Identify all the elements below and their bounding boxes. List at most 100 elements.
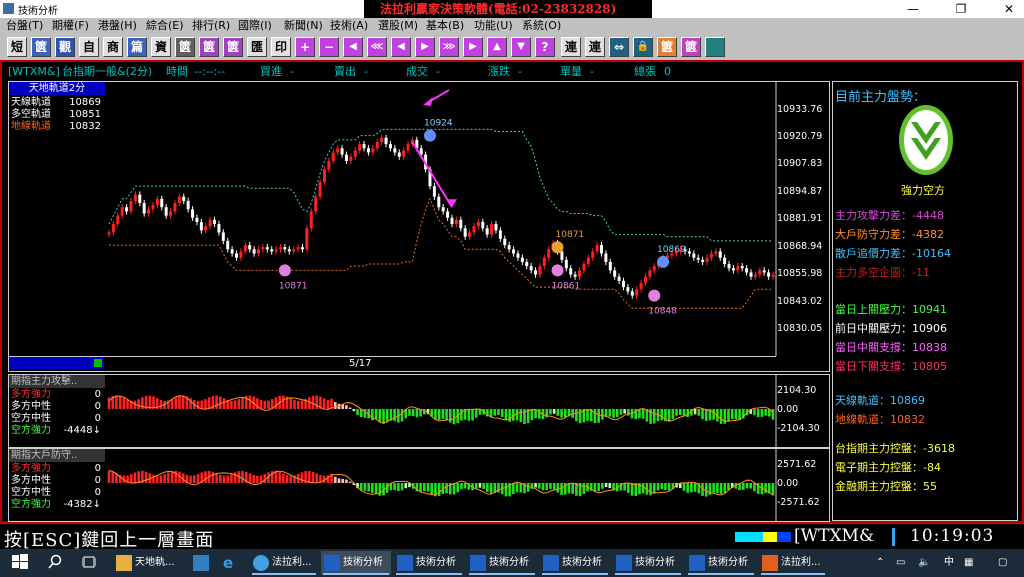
defense-indicator-panel[interactable]: 期指大戶防守.. 多方強力 0 多方中性 0 空方中性 0 空方強力 -4382↓ 25… — [8, 448, 830, 522]
zoom-in-button[interactable]: + — [295, 37, 315, 57]
menu-item-hk[interactable]: 港盤(H) — [98, 18, 137, 34]
toolbar-button-30[interactable] — [705, 37, 725, 57]
attack-indicator-canvas[interactable] — [9, 375, 829, 447]
maximize-button[interactable]: ❐ — [946, 1, 976, 17]
toolbar-button-29[interactable]: 篋 — [681, 37, 701, 57]
candle-body — [749, 272, 753, 277]
indicator-bar — [608, 409, 612, 417]
taskbar-item[interactable]: 技術分析 — [613, 551, 683, 575]
toolbar-button-2[interactable]: 篋 — [31, 37, 51, 57]
menu-item-functions[interactable]: 功能(U) — [474, 18, 513, 34]
self-select-button[interactable]: 自 — [79, 37, 99, 57]
taskbar-item[interactable]: 技術分析 — [686, 551, 756, 575]
taskbar-item[interactable]: 技術分析 — [394, 551, 464, 575]
menu-item-stock-picking[interactable]: 選股(M) — [378, 18, 418, 34]
ime-indicator[interactable]: 中 — [944, 554, 954, 572]
defense-indicator-canvas[interactable] — [9, 449, 829, 521]
candle-body — [340, 148, 344, 155]
attack-indicator-panel[interactable]: 期指主力攻擊.. 多方強力 0 多方中性 0 空方中性 0 空方強力 -4448↓ 21… — [8, 374, 830, 448]
signal-marker[interactable]: 10848 — [648, 289, 677, 317]
toolbar-button-9[interactable]: 篋 — [199, 37, 219, 57]
lock-button[interactable]: 🔒 — [633, 37, 653, 57]
price-chart-canvas[interactable]: 10924 10871 10871 10861 10869 10848 — [9, 82, 829, 371]
indicator-bar — [378, 409, 382, 423]
scroll-left-button[interactable]: ◀ — [343, 37, 363, 57]
taskbar-item[interactable]: 技術分析 — [540, 551, 610, 575]
signal-marker[interactable]: 10924 — [424, 119, 453, 142]
taskbar-item[interactable]: 法拉利... — [759, 551, 827, 575]
commodity-button[interactable]: 商 — [103, 37, 123, 57]
start-icon[interactable] — [12, 554, 28, 572]
keyboard-icon[interactable]: ▦ — [964, 554, 973, 572]
candle-body — [164, 207, 168, 216]
help-button[interactable]: ? — [535, 37, 555, 57]
candle-body — [692, 253, 696, 258]
scroll-thumb[interactable] — [94, 359, 102, 367]
link-button-2[interactable]: 連 — [585, 37, 605, 57]
price-chart[interactable]: 10924 10871 10871 10861 10869 10848 天地軌道2分 天線… — [8, 81, 830, 372]
menu-item-technical[interactable]: 技術(A) — [330, 18, 368, 34]
assets-button[interactable]: 資 — [151, 37, 171, 57]
link-button-1[interactable]: 連 — [561, 37, 581, 57]
tray-arrow-icon[interactable]: ⌃ — [876, 554, 884, 572]
scroll-down-button[interactable]: ▼ — [511, 37, 531, 57]
toolbar-button-10[interactable]: 篋 — [223, 37, 243, 57]
menu-item-ranking[interactable]: 排行(R) — [192, 18, 230, 34]
task-view-icon[interactable] — [81, 554, 97, 572]
indicator-bar — [437, 409, 441, 420]
trend-side-panel: 目前主力盤勢： 強力空方 主力攻擊力差：-4448 大戶防守力差：-4382 散… — [832, 81, 1018, 521]
taskbar-item[interactable]: 技術分析 — [467, 551, 537, 575]
marker-label: 10861 — [552, 281, 581, 291]
network-icon[interactable]: ▭ — [896, 554, 905, 572]
notification-icon[interactable]: ▢ — [998, 554, 1007, 572]
taskbar-item[interactable] — [188, 551, 214, 575]
close-button[interactable]: ✕ — [994, 1, 1024, 17]
scroll-track[interactable] — [9, 357, 104, 369]
step-left-button[interactable]: ◀ — [391, 37, 411, 57]
indicator-bar — [218, 474, 222, 483]
menu-item-system[interactable]: 系統(O) — [522, 18, 561, 34]
print-button[interactable]: 印 — [271, 37, 291, 57]
taskbar-item-active[interactable]: 技術分析 — [321, 551, 391, 575]
candle-body — [120, 207, 124, 216]
zoom-out-button[interactable]: − — [319, 37, 339, 57]
candle-body — [476, 221, 480, 227]
toolbar-button-28[interactable]: 篋 — [657, 37, 677, 57]
taskbar-item[interactable]: 天地軌... — [113, 551, 185, 575]
menu-item-fundamental[interactable]: 基本(B) — [426, 18, 464, 34]
short-button[interactable]: 短 — [7, 37, 27, 57]
menu-item-taipan[interactable]: 台盤(T) — [6, 18, 43, 34]
indicator-bar — [241, 397, 244, 409]
candle-body — [362, 144, 366, 149]
indicator-bar — [652, 483, 656, 494]
switch-button[interactable]: ⇔ — [609, 37, 629, 57]
search-icon[interactable] — [48, 554, 62, 572]
toolbar-button-6[interactable]: 篇 — [127, 37, 147, 57]
taskbar-item[interactable]: e — [218, 551, 244, 575]
symbol-name: 台指期一般&(2分) — [62, 65, 153, 78]
indicator-bar — [300, 400, 304, 409]
signal-marker[interactable]: 10871 — [278, 264, 308, 291]
minimize-button[interactable]: — — [898, 1, 928, 17]
indicator-bar — [734, 409, 738, 420]
indicator-bar — [218, 396, 222, 409]
deal-value: - — [436, 65, 440, 78]
transfer-button[interactable]: 匯 — [247, 37, 267, 57]
indicator-bar — [267, 400, 270, 409]
signal-marker[interactable]: 10871 — [551, 230, 585, 254]
taskbar-item[interactable]: 法拉利... — [250, 551, 318, 575]
fast-right-button[interactable]: ⋙ — [439, 37, 459, 57]
fast-left-button[interactable]: ⋘ — [367, 37, 387, 57]
volume-icon[interactable]: 🔈 — [918, 554, 930, 572]
menu-item-composite[interactable]: 綜合(E) — [146, 18, 184, 34]
scroll-up-button[interactable]: ▲ — [487, 37, 507, 57]
indicator-bar — [723, 483, 727, 493]
scroll-right-button[interactable]: ▶ — [463, 37, 483, 57]
indicator-bar — [222, 475, 226, 483]
menu-item-news[interactable]: 新聞(N) — [284, 18, 323, 34]
toolbar-button-3[interactable]: 觀 — [55, 37, 75, 57]
menu-item-options[interactable]: 期權(F) — [52, 18, 89, 34]
step-right-button[interactable]: ▶ — [415, 37, 435, 57]
toolbar-button-8[interactable]: 篋 — [175, 37, 195, 57]
menu-item-international[interactable]: 國際(I) — [238, 18, 272, 34]
